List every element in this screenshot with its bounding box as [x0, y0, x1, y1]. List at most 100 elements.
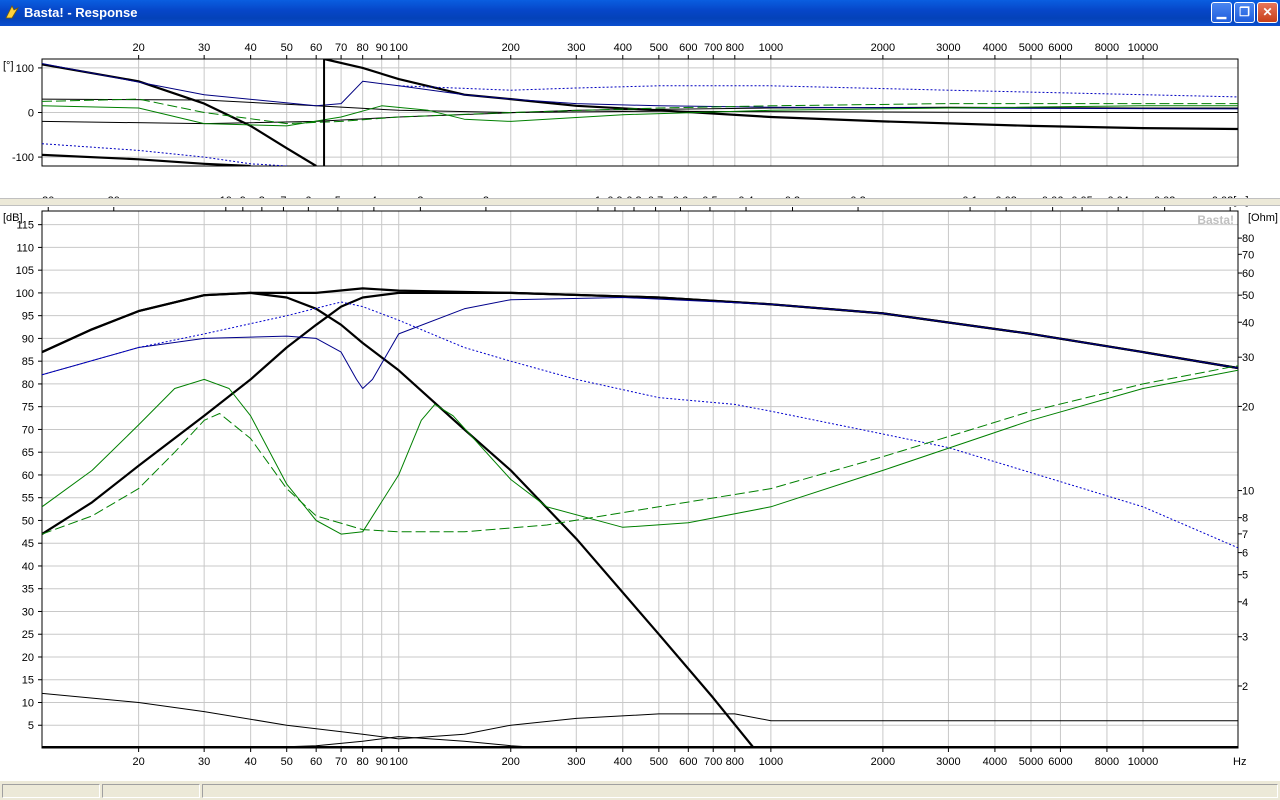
x-tick-label: 50	[281, 42, 293, 54]
y-tick-label: 100	[16, 63, 34, 75]
x-tick-label: 90	[376, 756, 388, 768]
x-tick-label: 70	[335, 42, 347, 54]
y2-tick-label: 20	[1242, 401, 1254, 413]
x-tick-label: 800	[726, 42, 744, 54]
minimize-button[interactable]: ▁	[1211, 2, 1232, 23]
x-tick-label: 80	[357, 42, 369, 54]
panel-splitter[interactable]	[0, 198, 1280, 206]
x-tick-label: 400	[614, 42, 632, 54]
y-tick-label: 35	[22, 584, 34, 596]
title-bar: Basta! - Response ▁ ❐ ✕	[0, 0, 1280, 26]
x-tick-label: 60	[310, 756, 322, 768]
x-tick-label: 500	[650, 42, 668, 54]
restore-icon: ❐	[1239, 5, 1250, 19]
x-tick-label: 50	[281, 756, 293, 768]
y-tick-label: 100	[16, 288, 34, 300]
x-tick-label: 600	[679, 42, 697, 54]
y2-tick-label: 8	[1242, 513, 1248, 525]
x-tick-label: 300	[567, 756, 585, 768]
y-tick-label: 110	[16, 242, 34, 254]
response-charts: 20 30 40 50 60 70 80 90 100 200 300 400 500 600 700 800…	[3, 42, 1278, 768]
x-tick-label: 40	[245, 756, 257, 768]
status-pane-2	[102, 784, 200, 798]
status-pane-1	[2, 784, 100, 798]
x-tick-label: 30	[198, 42, 210, 54]
series-group	[42, 287, 1238, 748]
y2-tick-label: 7	[1242, 529, 1248, 541]
y2-tick-label: 60	[1242, 268, 1254, 280]
close-button[interactable]: ✕	[1257, 2, 1278, 23]
x-tick-label: 100	[390, 42, 408, 54]
y-tick-label: 70	[22, 424, 34, 436]
x-tick-label: 5000	[1019, 756, 1043, 768]
x-tick-label: 4000	[983, 42, 1007, 54]
y2-tick-label: 4	[1242, 597, 1248, 609]
x-tick-label: 10000	[1128, 756, 1159, 768]
x-tick-label: 60	[310, 42, 322, 54]
y-tick-label: 15	[22, 675, 34, 687]
x-tick-label: 700	[704, 756, 722, 768]
y-tick-label: 50	[22, 515, 34, 527]
x-unit-label: Hz	[1233, 756, 1246, 768]
x-tick-label: 30	[198, 756, 210, 768]
x-tick-label: 100	[390, 756, 408, 768]
series-line	[42, 365, 1238, 535]
y2-tick-label: 10	[1242, 486, 1254, 498]
y-tick-label: 105	[16, 265, 34, 277]
x-tick-label: 8000	[1095, 42, 1119, 54]
x-tick-label: 4000	[983, 756, 1007, 768]
series-line	[398, 85, 1238, 98]
x-tick-label: 20	[132, 756, 144, 768]
y-tick-label: 65	[22, 447, 34, 459]
y-tick-label: 25	[22, 629, 34, 641]
y2-tick-label: 80	[1242, 233, 1254, 245]
series-line	[42, 287, 1238, 370]
series-line	[42, 143, 287, 166]
x-tick-label: 3000	[936, 42, 960, 54]
series-line	[42, 153, 251, 166]
x-tick-label: 90	[376, 42, 388, 54]
minimize-icon: ▁	[1216, 5, 1227, 19]
x-tick-label: 2000	[871, 42, 895, 54]
x-tick-label: 200	[502, 42, 520, 54]
series-line	[42, 63, 317, 166]
x-tick-label: 1000	[759, 756, 783, 768]
y-tick-label: 0	[28, 108, 34, 120]
y-tick-label: 55	[22, 493, 34, 505]
series-line	[42, 106, 1238, 125]
y2-tick-label: 6	[1242, 548, 1248, 560]
x-tick-label: 10000	[1128, 42, 1159, 54]
app-icon	[5, 5, 20, 19]
y-tick-label: 30	[22, 606, 34, 618]
y-tick-label: 60	[22, 470, 34, 482]
plot-frame	[41, 210, 1239, 749]
x-tick-label: 600	[679, 756, 697, 768]
x-tick-label: 70	[335, 756, 347, 768]
x-tick-label: 6000	[1048, 42, 1072, 54]
y-tick-label: 40	[22, 561, 34, 573]
y-axis-label: [°]	[3, 60, 14, 72]
y2-tick-label: 30	[1242, 352, 1254, 364]
phase-chart: 20 30 40 50 60 70 80 90 100 200 300 400 500 600 700 800…	[3, 42, 1239, 167]
close-icon: ✕	[1262, 5, 1273, 19]
x-tick-label: 800	[726, 756, 744, 768]
y2-tick-label: 3	[1242, 632, 1248, 644]
y-tick-label: 85	[22, 356, 34, 368]
chart-area: 20 30 40 50 60 70 80 90 100 200 300 400 500 600 700 800…	[0, 26, 1280, 781]
x-tick-label: 200	[502, 756, 520, 768]
x-tick-label: 300	[567, 42, 585, 54]
y2-tick-label: 70	[1242, 249, 1254, 261]
x-tick-label: 6000	[1048, 756, 1072, 768]
y-tick-label: 80	[22, 379, 34, 391]
x-tick-label: 2000	[871, 756, 895, 768]
series-line	[42, 692, 1238, 740]
status-bar	[0, 782, 1280, 800]
y2-tick-label: 40	[1242, 317, 1254, 329]
window-title: Basta! - Response	[24, 5, 138, 20]
series-line	[42, 297, 1238, 389]
x-tick-label: 40	[245, 42, 257, 54]
x-tick-label: 3000	[936, 756, 960, 768]
y2-tick-label: 5	[1242, 570, 1248, 582]
x-tick-label: 400	[614, 756, 632, 768]
restore-button[interactable]: ❐	[1234, 2, 1255, 23]
